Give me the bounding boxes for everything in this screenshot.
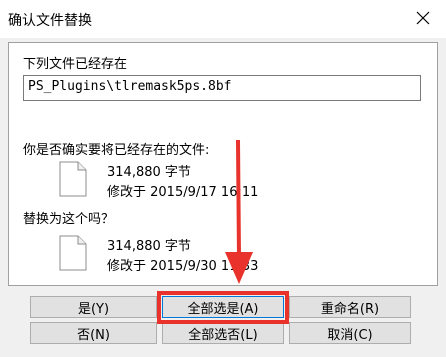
close-button[interactable] — [400, 0, 446, 36]
yes-button[interactable]: 是(Y) — [30, 296, 157, 318]
existing-file-modified: 修改于 2015/9/17 16:11 — [107, 185, 259, 200]
file-path-field[interactable]: PS_Plugins\tlremask5ps.8bf — [23, 75, 421, 101]
new-file-icon — [59, 235, 87, 271]
window-title: 确认文件替换 — [8, 13, 92, 29]
new-file-info: 314,880 字节 修改于 2015/9/30 11:33 — [107, 237, 258, 277]
existing-file-icon — [59, 161, 87, 197]
rename-button[interactable]: 重命名(R) — [289, 296, 411, 318]
new-file-modified: 修改于 2015/9/30 11:33 — [107, 259, 259, 274]
existing-heading: 下列文件已经存在 — [23, 57, 128, 72]
cancel-button[interactable]: 取消(C) — [289, 322, 411, 344]
with-question: 替换为这个吗？ — [23, 212, 115, 227]
no-button[interactable]: 否(N) — [30, 322, 157, 344]
title-bar: 确认文件替换 — [0, 0, 446, 38]
existing-file-size: 314,880 字节 — [107, 165, 191, 180]
close-icon — [416, 11, 430, 25]
replace-question: 你是否确实要将已经存在的文件: — [23, 143, 210, 158]
annotation-highlight-box — [157, 291, 289, 324]
existing-file-info: 314,880 字节 修改于 2015/9/17 16:11 — [107, 163, 258, 203]
new-file-size: 314,880 字节 — [107, 239, 191, 254]
file-conflict-panel: 下列文件已经存在 PS_Plugins\tlremask5ps.8bf 你是否确… — [8, 42, 438, 286]
no-all-button[interactable]: 全部选否(L) — [162, 322, 284, 344]
